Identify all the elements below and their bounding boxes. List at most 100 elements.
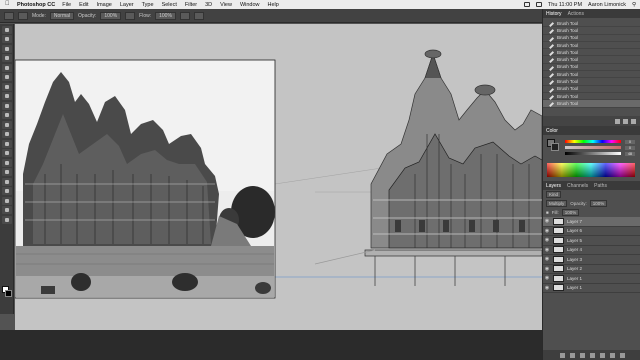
layer-row[interactable]: ◉ Layer 4 (543, 246, 640, 255)
menu-image[interactable]: Image (97, 2, 112, 8)
eye-icon[interactable]: ◉ (543, 255, 551, 263)
layer-row[interactable]: ◉ Layer 3 (543, 255, 640, 265)
menu-select[interactable]: Select (162, 2, 177, 8)
color-spectrum[interactable] (547, 163, 635, 177)
history-brush-tool-icon[interactable] (2, 111, 12, 119)
lock-icon[interactable]: ■ (546, 210, 549, 215)
brush-preset-icon[interactable] (4, 11, 14, 20)
tab-color[interactable]: Color (546, 128, 558, 134)
edit-toolbar-icon[interactable] (2, 215, 12, 224)
pressure-size-icon[interactable] (193, 11, 204, 20)
search-icon[interactable]: ⚲ (632, 2, 636, 8)
eye-icon[interactable]: ◉ (543, 265, 551, 273)
trash-icon[interactable] (619, 352, 625, 358)
folder-icon[interactable] (599, 352, 605, 358)
blend-mode-select[interactable]: Multiply (546, 200, 568, 207)
dodge-tool-icon[interactable] (2, 149, 12, 157)
eye-icon[interactable]: ◉ (543, 227, 551, 235)
layer-row[interactable]: ◉ Layer 5 (543, 236, 640, 246)
menu-filter[interactable]: Filter (185, 2, 197, 8)
layer-row[interactable]: ◉ Layer 1 (543, 284, 640, 293)
trash-icon[interactable] (631, 118, 636, 124)
eye-icon[interactable]: ◉ (543, 217, 551, 225)
eye-icon[interactable]: ◉ (543, 284, 551, 292)
history-item[interactable]: Brush Tool (543, 63, 640, 72)
lasso-tool-icon[interactable] (2, 44, 12, 53)
user-name[interactable]: Aaron Limonick (588, 2, 626, 8)
quick-select-tool-icon[interactable] (2, 54, 12, 62)
menu-3d[interactable]: 3D (205, 2, 212, 8)
brush-size-picker[interactable] (18, 11, 28, 20)
tab-channels[interactable]: Channels (567, 183, 588, 189)
hue-value[interactable]: 0 (625, 140, 635, 144)
history-item[interactable]: Brush Tool (543, 85, 640, 93)
menu-file[interactable]: File (62, 2, 71, 8)
brightness-slider[interactable] (565, 152, 621, 155)
history-item[interactable]: Brush Tool (543, 19, 640, 28)
eyedropper-tool-icon[interactable] (2, 73, 12, 81)
blur-tool-icon[interactable] (2, 139, 12, 148)
pressure-opacity-icon[interactable] (125, 11, 136, 20)
fx-icon[interactable] (569, 352, 575, 358)
eraser-tool-icon[interactable] (2, 120, 12, 129)
mask-icon[interactable] (579, 352, 585, 358)
layer-row[interactable]: ◉ Layer 6 (543, 227, 640, 236)
history-item[interactable]: Brush Tool (543, 78, 640, 86)
history-item[interactable]: Brush Tool (543, 34, 640, 42)
history-item[interactable]: Brush Tool (543, 27, 640, 35)
layer-fill-input[interactable]: 100% (561, 209, 580, 216)
move-tool-icon[interactable] (2, 25, 12, 34)
flow-input[interactable]: 100% (155, 11, 176, 20)
hand-tool-icon[interactable] (2, 196, 12, 205)
shape-tool-icon[interactable] (2, 187, 12, 195)
type-tool-icon[interactable] (2, 168, 12, 176)
layer-row[interactable]: ◉ Layer 2 (543, 265, 640, 274)
tab-history[interactable]: History (546, 11, 562, 17)
layer-row[interactable]: ◉ Layer 1 (543, 274, 640, 284)
hue-slider[interactable] (565, 140, 621, 143)
layer-kind-filter[interactable]: Kind (546, 191, 562, 198)
history-item[interactable]: Brush Tool (543, 71, 640, 79)
app-menu[interactable]: Photoshop CC (17, 2, 55, 8)
menu-help[interactable]: Help (268, 2, 279, 8)
new-layer-icon[interactable] (609, 352, 615, 358)
clone-stamp-tool-icon[interactable] (2, 101, 12, 110)
mode-select[interactable]: Normal (49, 11, 75, 20)
menu-view[interactable]: View (220, 2, 232, 8)
history-item[interactable]: Brush Tool (543, 49, 640, 57)
crop-tool-icon[interactable] (2, 63, 12, 72)
layer-opacity-input[interactable]: 100% (589, 200, 608, 207)
brightness-value[interactable]: 48 (625, 152, 635, 156)
zoom-tool-icon[interactable] (2, 206, 12, 214)
eye-icon[interactable]: ◉ (543, 274, 551, 282)
eye-icon[interactable]: ◉ (543, 246, 551, 254)
background-color-swatch[interactable] (551, 143, 559, 151)
camera-icon[interactable] (623, 118, 628, 124)
path-select-tool-icon[interactable] (2, 177, 12, 186)
history-item[interactable]: Brush Tool (543, 92, 640, 101)
apple-icon[interactable]:  (5, 1, 12, 8)
saturation-value[interactable]: 0 (625, 146, 635, 150)
background-color-swatch[interactable] (5, 290, 12, 297)
battery-icon[interactable] (535, 2, 542, 7)
wifi-icon[interactable] (523, 2, 530, 7)
pen-tool-icon[interactable] (2, 158, 12, 167)
opacity-input[interactable]: 100% (100, 11, 122, 20)
brush-tool-icon[interactable] (2, 92, 12, 100)
saturation-slider[interactable] (565, 146, 621, 149)
layer-row-selected[interactable]: ◉ Layer 7 (543, 217, 640, 227)
history-item[interactable]: Brush Tool (543, 41, 640, 50)
menu-window[interactable]: Window (240, 2, 260, 8)
history-item[interactable]: Brush Tool (543, 56, 640, 64)
tab-actions[interactable]: Actions (568, 11, 584, 17)
menu-edit[interactable]: Edit (79, 2, 88, 8)
gradient-tool-icon[interactable] (2, 130, 12, 138)
menu-layer[interactable]: Layer (120, 2, 134, 8)
document-canvas[interactable] (15, 24, 542, 330)
tab-paths[interactable]: Paths (594, 183, 607, 189)
link-icon[interactable] (559, 352, 565, 358)
history-item-selected[interactable]: Brush Tool (543, 100, 640, 108)
airbrush-icon[interactable] (179, 11, 190, 20)
snapshot-icon[interactable] (615, 118, 620, 124)
adjustment-icon[interactable] (589, 352, 595, 358)
